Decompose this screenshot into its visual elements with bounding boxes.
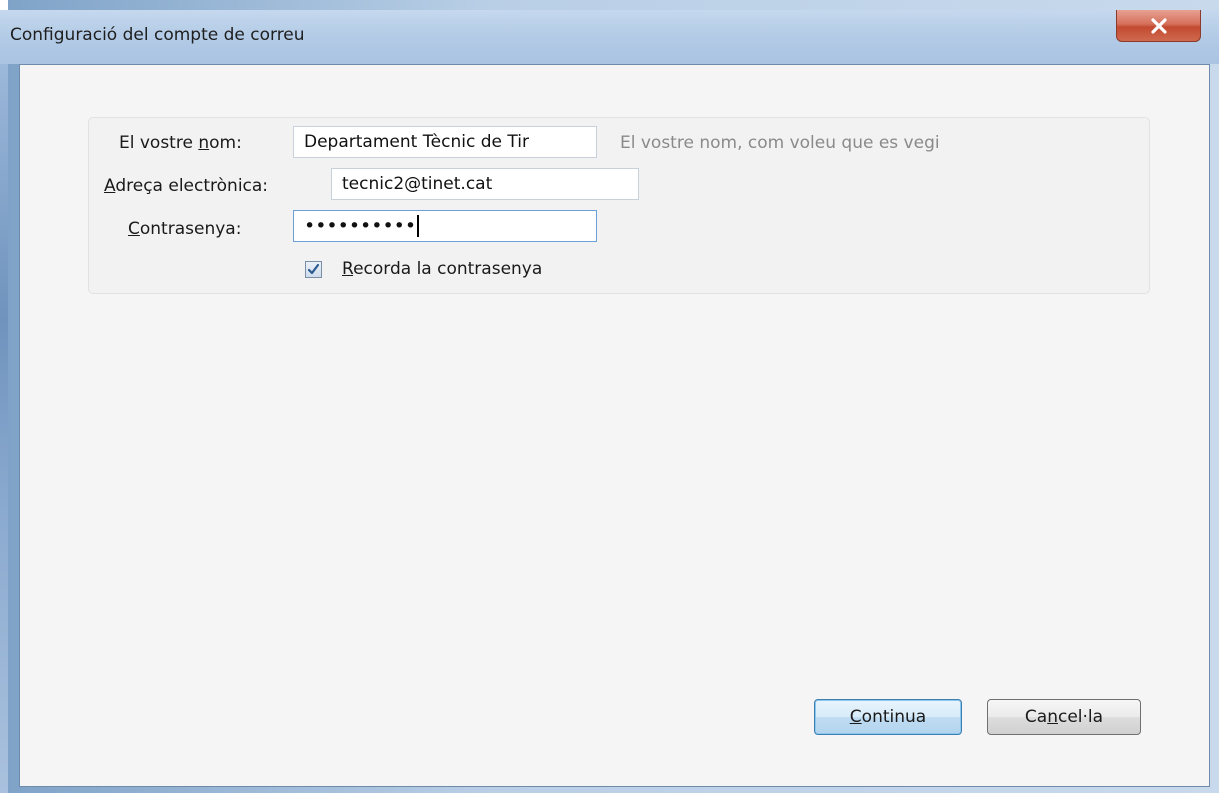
window-title: Configuració del compte de correu	[10, 25, 305, 45]
email-input[interactable]: tecnic2@tinet.cat	[331, 168, 639, 200]
password-label-text: ontrasenya:	[139, 219, 242, 239]
cancel-label-start: Ca	[1024, 707, 1048, 727]
email-label-accesskey: A	[104, 176, 116, 196]
account-form-group	[88, 117, 1150, 294]
name-label-text-end: om:	[209, 133, 242, 153]
remember-label-text: ecorda la contrasenya	[353, 259, 543, 279]
close-button[interactable]	[1116, 10, 1201, 42]
name-hint: El vostre nom, com voleu que es vegi	[620, 133, 940, 153]
password-label: Contrasenya:	[128, 219, 241, 239]
email-label-text: dreça electrònica:	[115, 176, 269, 196]
continue-button[interactable]: Continua	[814, 699, 962, 735]
name-label: El vostre nom:	[119, 133, 242, 153]
remember-label-accesskey: R	[342, 259, 354, 279]
continue-label: ontinua	[861, 707, 927, 727]
cancel-accesskey: n	[1047, 707, 1058, 727]
password-input[interactable]: ••••••••••	[293, 210, 597, 242]
name-label-accesskey: n	[198, 133, 210, 153]
password-label-accesskey: C	[128, 219, 140, 239]
name-label-text: El vostre	[119, 133, 199, 153]
email-label: Adreça electrònica:	[104, 176, 268, 196]
remember-password-checkbox[interactable]	[305, 261, 322, 278]
cancel-label-end: cel·la	[1058, 707, 1104, 727]
checkmark-icon	[307, 263, 320, 275]
window-border-left	[0, 64, 8, 793]
close-icon	[1150, 17, 1167, 34]
remember-password-label[interactable]: Recorda la contrasenya	[342, 259, 542, 279]
continue-accesskey: C	[849, 707, 862, 727]
cancel-button[interactable]: Ca n cel·la	[987, 699, 1141, 735]
name-input[interactable]: Departament Tècnic de Tir	[293, 126, 597, 158]
password-mask: ••••••••••	[304, 215, 417, 237]
text-caret	[417, 215, 420, 237]
dialog-window: Configuració del compte de correu El vos…	[0, 0, 1219, 793]
